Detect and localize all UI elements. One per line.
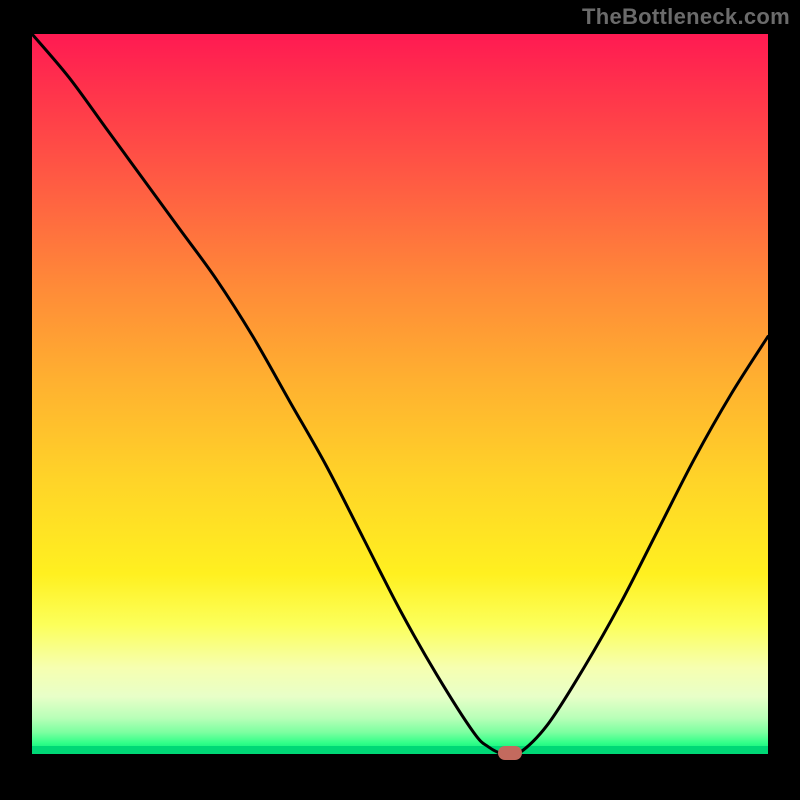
chart-container: TheBottleneck.com [0,0,800,800]
watermark-text: TheBottleneck.com [582,4,790,30]
curve-path [32,34,768,754]
bottleneck-curve [32,34,768,754]
minimum-marker [498,746,522,760]
